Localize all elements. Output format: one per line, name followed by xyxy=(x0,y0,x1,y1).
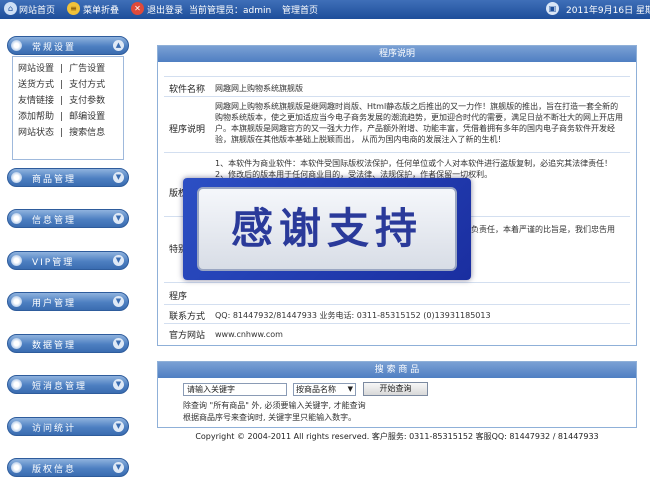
panel-title: 程序说明 xyxy=(158,46,636,62)
bullet-icon xyxy=(11,172,22,183)
search-panel: 搜 索 商 品 请输入关键字 按商品名称 ▼ 开始查询 除查询 "所有商品" 外… xyxy=(157,361,637,428)
sidebar-section-label: 商品管理 xyxy=(32,175,77,185)
sidebar: 常规设置 ▲ 网站设置 | 广告设置 送货方式 | 支付方式 友情链接 | 支付参数 添加帮… xyxy=(0,19,140,486)
chevron-icon: ▼ xyxy=(113,338,124,349)
link-site-status[interactable]: 网站状态 xyxy=(18,125,54,141)
admin-label: 当前管理员：admin xyxy=(189,6,272,16)
chevron-icon: ▼ xyxy=(113,255,124,266)
sidebar-section-label: 访问统计 xyxy=(32,424,77,434)
row-label: 软件名称 xyxy=(169,85,206,95)
row-label: 联系方式 xyxy=(169,312,206,322)
row-label: 程序说明 xyxy=(169,125,206,135)
chevron-icon: ▼ xyxy=(113,296,124,307)
separator: | xyxy=(60,112,64,122)
link-search-info[interactable]: 搜索信息 xyxy=(69,125,105,141)
sidebar-section-label: 短消息管理 xyxy=(32,382,88,392)
separator: | xyxy=(60,96,64,106)
home-link[interactable]: 网站首页 xyxy=(19,3,55,16)
sidebar-section-vip[interactable]: VIP管理 ▼ xyxy=(7,251,129,270)
bullet-icon xyxy=(11,40,22,51)
bullet-icon xyxy=(11,296,22,307)
chevron-down-icon: ▼ xyxy=(347,385,353,393)
select-value: 按商品名称 xyxy=(296,385,336,394)
home-icon: ⌂ xyxy=(4,2,17,15)
chevron-icon: ▼ xyxy=(113,462,124,473)
top-bar: ⌂ 网站首页 ≡ 菜单折叠 ✕ 退出登录 当前管理员：admin 管理首页 ▣ … xyxy=(0,0,650,19)
sidebar-section-label: 版权信息 xyxy=(32,465,77,475)
separator: | xyxy=(60,80,64,90)
row-value[interactable]: www.cnhww.com xyxy=(215,329,625,340)
row-label: 官方网站 xyxy=(169,331,206,341)
sidebar-section-copyright[interactable]: 版权信息 ▼ xyxy=(7,458,129,477)
sidebar-section-settings[interactable]: 常规设置 ▲ xyxy=(7,36,129,55)
footer-copyright: Copyright © 2004-2011 All rights reserve… xyxy=(195,432,599,441)
row-value: 网趣网上购物系统旗舰版是继网趣时尚版、Html静态版之后推出的又一力作！旗舰版的… xyxy=(215,102,623,144)
bullet-icon xyxy=(11,462,22,473)
computer-icon: ▣ xyxy=(546,2,559,15)
logout-icon: ✕ xyxy=(131,2,144,15)
row-value: 1、本软件为商业软件：本软件受国际版权法保护，任何单位或个人对本软件进行盗版复制… xyxy=(215,159,613,179)
search-input[interactable]: 请输入关键字 xyxy=(183,383,287,396)
link-payment-params[interactable]: 支付参数 xyxy=(69,93,105,109)
search-tip: 根据商品序号来查询时, 关键字里只能输入数字。 xyxy=(183,413,357,422)
sidebar-section-label: 信息管理 xyxy=(32,216,77,226)
chevron-icon: ▼ xyxy=(113,421,124,432)
sidebar-section-stats[interactable]: 访问统计 ▼ xyxy=(7,417,129,436)
search-title: 搜 索 商 品 xyxy=(158,362,636,378)
bullet-icon xyxy=(11,338,22,349)
menu-toggle-link[interactable]: 菜单折叠 xyxy=(83,3,119,16)
link-site-settings[interactable]: 网站设置 xyxy=(18,61,54,77)
sidebar-section-products[interactable]: 商品管理 ▼ xyxy=(7,168,129,187)
separator: | xyxy=(60,64,64,74)
link-delivery[interactable]: 送货方式 xyxy=(18,77,54,93)
date-label: 2011年9月16日 星期五 xyxy=(566,6,650,16)
sidebar-section-label: 数据管理 xyxy=(32,341,77,351)
link-ad-settings[interactable]: 广告设置 xyxy=(69,61,105,77)
bullet-icon xyxy=(11,213,22,224)
sidebar-section-label: VIP管理 xyxy=(32,258,75,268)
bullet-icon xyxy=(11,255,22,266)
sidebar-section-label: 用户管理 xyxy=(32,299,77,309)
sidebar-section-users[interactable]: 用户管理 ▼ xyxy=(7,292,129,311)
chevron-icon: ▼ xyxy=(113,379,124,390)
logout-link[interactable]: 退出登录 xyxy=(147,3,183,16)
thanks-overlay: 感谢支持 xyxy=(183,178,471,280)
separator: | xyxy=(60,128,64,138)
sidebar-section-messages[interactable]: 短消息管理 ▼ xyxy=(7,375,129,394)
link-payment-methods[interactable]: 支付方式 xyxy=(69,77,105,93)
search-tip: 除查询 "所有商品" 外, 必须要输入关键字, 才能查询 xyxy=(183,401,366,410)
chevron-icon: ▼ xyxy=(113,213,124,224)
link-add-help[interactable]: 添加帮助 xyxy=(18,109,54,125)
menu-toggle-icon: ≡ xyxy=(67,2,80,15)
sidebar-section-info[interactable]: 信息管理 ▼ xyxy=(7,209,129,228)
bullet-icon xyxy=(11,421,22,432)
chevron-icon: ▲ xyxy=(113,40,124,51)
row-label: 程序 xyxy=(169,292,188,302)
search-field-select[interactable]: 按商品名称 ▼ xyxy=(293,383,356,396)
bullet-icon xyxy=(11,379,22,390)
manage-home-link[interactable]: 管理首页 xyxy=(282,3,318,16)
row-value: 网趣网上购物系统旗舰版 xyxy=(215,84,303,93)
link-postcode[interactable]: 邮编设置 xyxy=(69,109,105,125)
settings-links-box: 网站设置 | 广告设置 送货方式 | 支付方式 友情链接 | 支付参数 添加帮助 | 邮编设置 … xyxy=(12,56,124,160)
search-button[interactable]: 开始查询 xyxy=(363,382,428,396)
link-friend-links[interactable]: 友情链接 xyxy=(18,93,54,109)
thanks-text: 感谢支持 xyxy=(197,187,457,271)
sidebar-section-data[interactable]: 数据管理 ▼ xyxy=(7,334,129,353)
chevron-icon: ▼ xyxy=(113,172,124,183)
row-value: QQ: 81447932/81447933 业务电话: 0311-8531515… xyxy=(215,311,491,320)
sidebar-section-label: 常规设置 xyxy=(32,43,77,53)
